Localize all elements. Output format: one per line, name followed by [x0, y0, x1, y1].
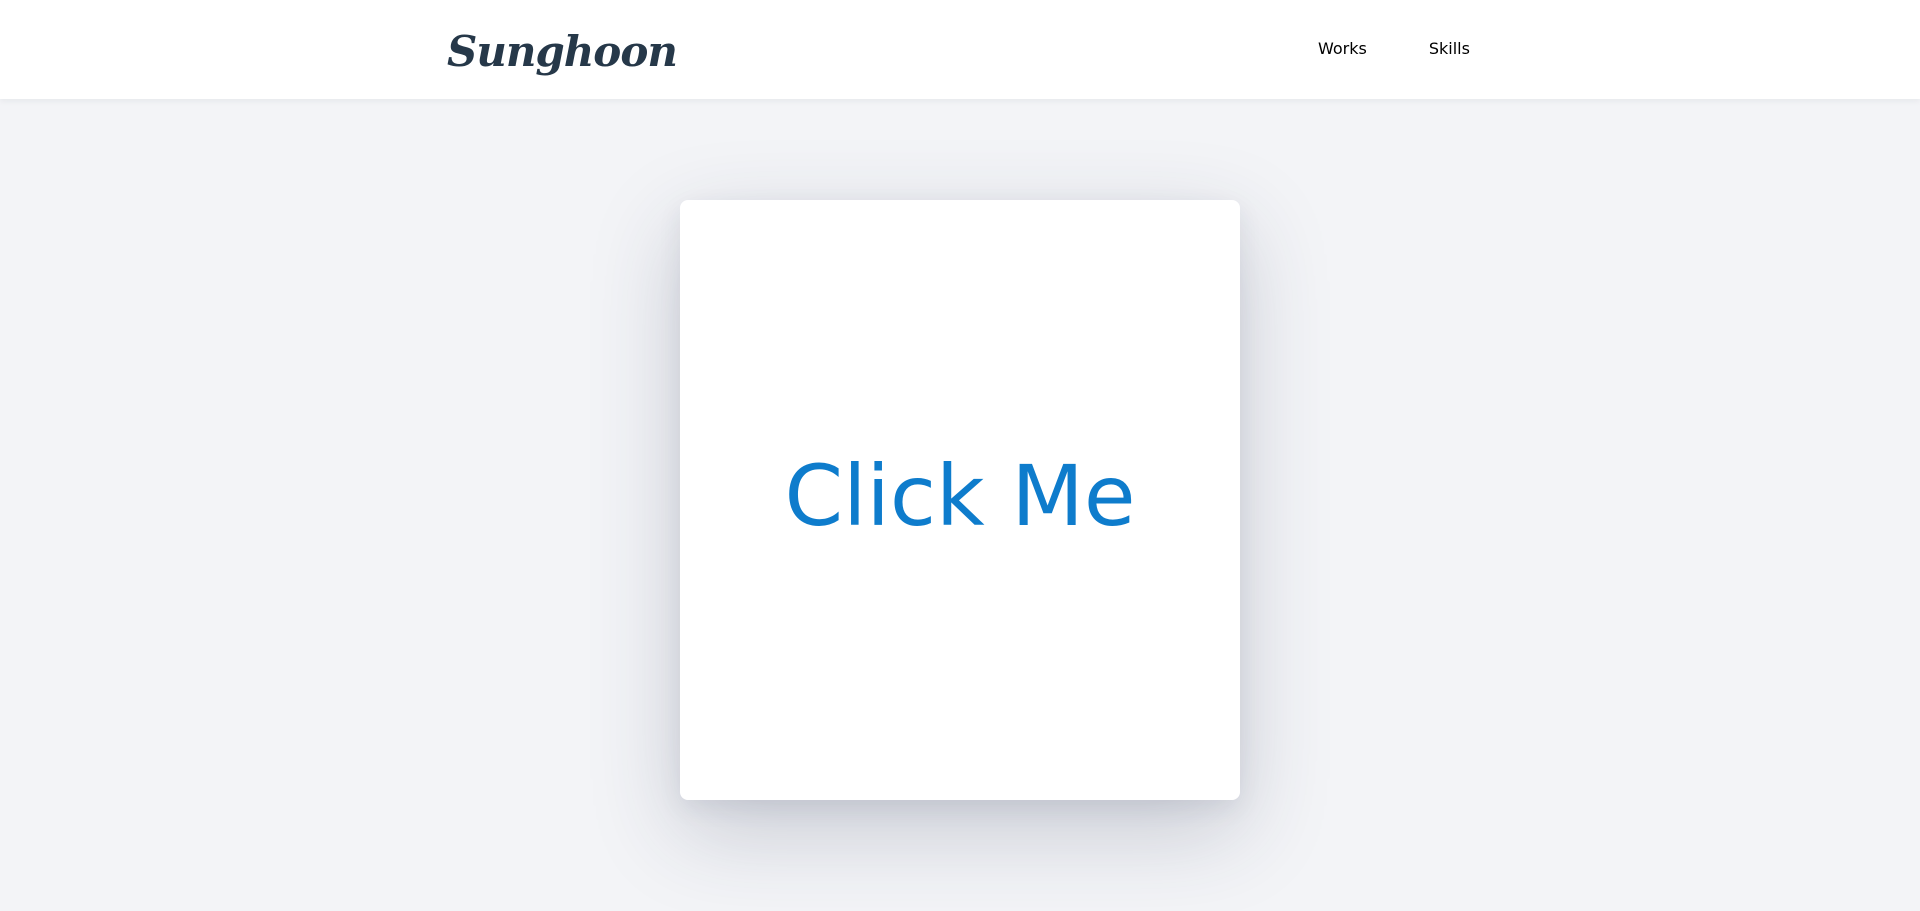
nav-link-works[interactable]: Works — [1318, 38, 1367, 60]
click-me-card[interactable]: Click Me — [680, 200, 1240, 800]
nav-link-skills[interactable]: Skills — [1429, 38, 1470, 60]
site-header: Sunghoon Works Skills — [0, 0, 1920, 99]
site-logo[interactable]: Sunghoon — [447, 22, 678, 82]
card-label: Click Me — [784, 446, 1136, 545]
main-nav: Works Skills — [1318, 38, 1470, 60]
